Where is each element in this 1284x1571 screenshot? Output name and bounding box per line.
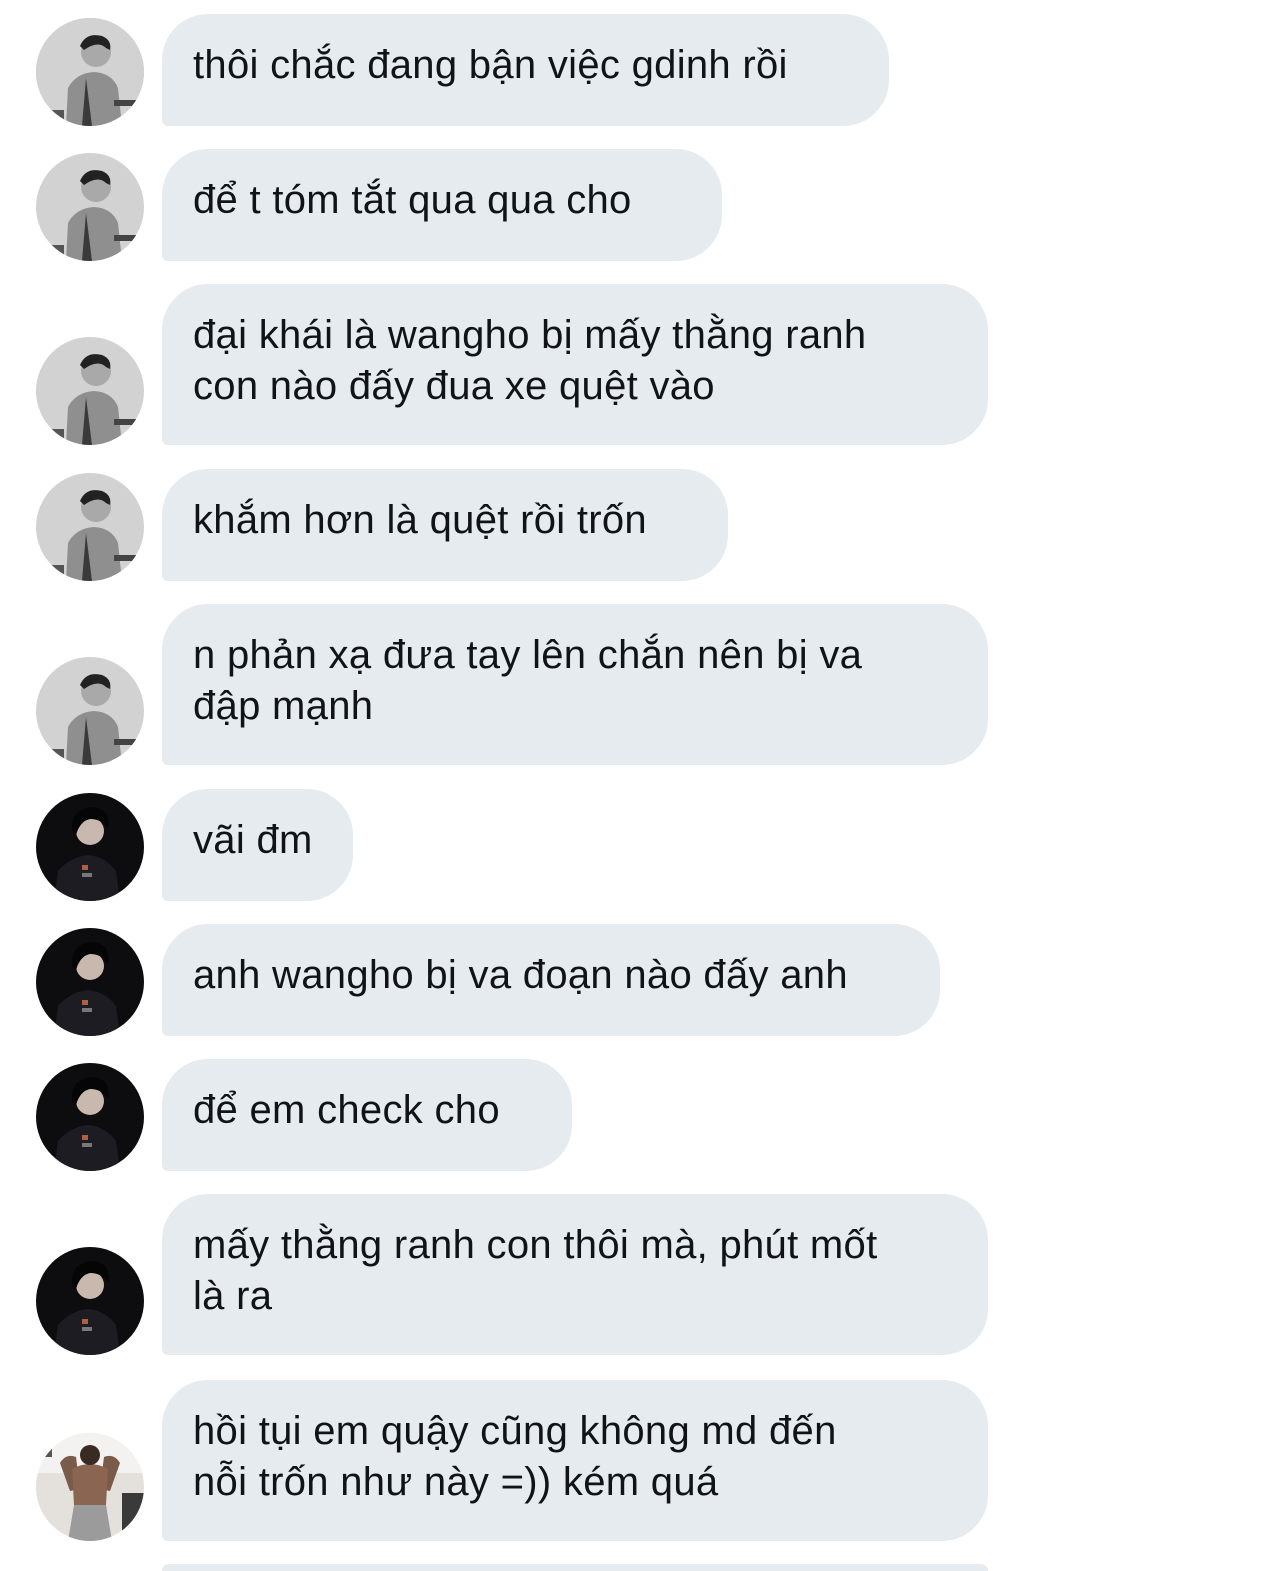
avatar[interactable]: [36, 1247, 144, 1355]
message-bubble-partial[interactable]: [162, 1564, 988, 1571]
avatar[interactable]: [36, 18, 144, 126]
message-row: hồi tụi em quậy cũng không md đến nỗi tr…: [0, 1380, 1284, 1541]
grayscale-profile-photo-icon: [36, 337, 144, 445]
avatar[interactable]: [36, 1433, 144, 1541]
message-row: để t tóm tắt qua qua cho: [0, 149, 1284, 261]
dark-jersey-profile-photo-icon: [36, 928, 144, 1036]
message-bubble[interactable]: thôi chắc đang bận việc gdinh rồi: [162, 14, 889, 126]
message-row: đại khái là wangho bị mấy thằng ranh con…: [0, 284, 1284, 445]
message-bubble[interactable]: để t tóm tắt qua qua cho: [162, 149, 722, 261]
avatar[interactable]: [36, 1063, 144, 1171]
dark-jersey-profile-photo-icon: [36, 1063, 144, 1171]
message-bubble[interactable]: anh wangho bị va đoạn nào đấy anh: [162, 924, 940, 1036]
grayscale-profile-photo-icon: [36, 153, 144, 261]
message-bubble[interactable]: n phản xạ đưa tay lên chắn nên bị va đập…: [162, 604, 988, 765]
dark-jersey-profile-photo-icon: [36, 1247, 144, 1355]
message-row: vãi đm: [0, 789, 1284, 901]
avatar[interactable]: [36, 657, 144, 765]
grayscale-profile-photo-icon: [36, 657, 144, 765]
dark-jersey-profile-photo-icon: [36, 793, 144, 901]
message-row: để em check cho: [0, 1059, 1284, 1171]
avatar[interactable]: [36, 153, 144, 261]
avatar[interactable]: [36, 793, 144, 901]
avatar[interactable]: [36, 337, 144, 445]
message-bubble[interactable]: mấy thằng ranh con thôi mà, phút mốt là …: [162, 1194, 988, 1355]
message-row: anh wangho bị va đoạn nào đấy anh: [0, 924, 1284, 1036]
message-bubble[interactable]: vãi đm: [162, 789, 353, 901]
message-bubble[interactable]: hồi tụi em quậy cũng không md đến nỗi tr…: [162, 1380, 988, 1541]
message-row: n phản xạ đưa tay lên chắn nên bị va đập…: [0, 604, 1284, 765]
message-row: mấy thằng ranh con thôi mà, phút mốt là …: [0, 1194, 1284, 1355]
message-row: khắm hơn là quệt rồi trốn: [0, 469, 1284, 581]
avatar[interactable]: [36, 473, 144, 581]
grayscale-profile-photo-icon: [36, 473, 144, 581]
gym-mirror-selfie-photo-icon: [36, 1433, 144, 1541]
message-bubble[interactable]: khắm hơn là quệt rồi trốn: [162, 469, 728, 581]
grayscale-profile-photo-icon: [36, 18, 144, 126]
chat-thread: thôi chắc đang bận việc gdinh rồi để t t…: [0, 0, 1284, 1571]
message-bubble[interactable]: để em check cho: [162, 1059, 572, 1171]
avatar[interactable]: [36, 928, 144, 1036]
message-bubble[interactable]: đại khái là wangho bị mấy thằng ranh con…: [162, 284, 988, 445]
message-row: thôi chắc đang bận việc gdinh rồi: [0, 14, 1284, 126]
